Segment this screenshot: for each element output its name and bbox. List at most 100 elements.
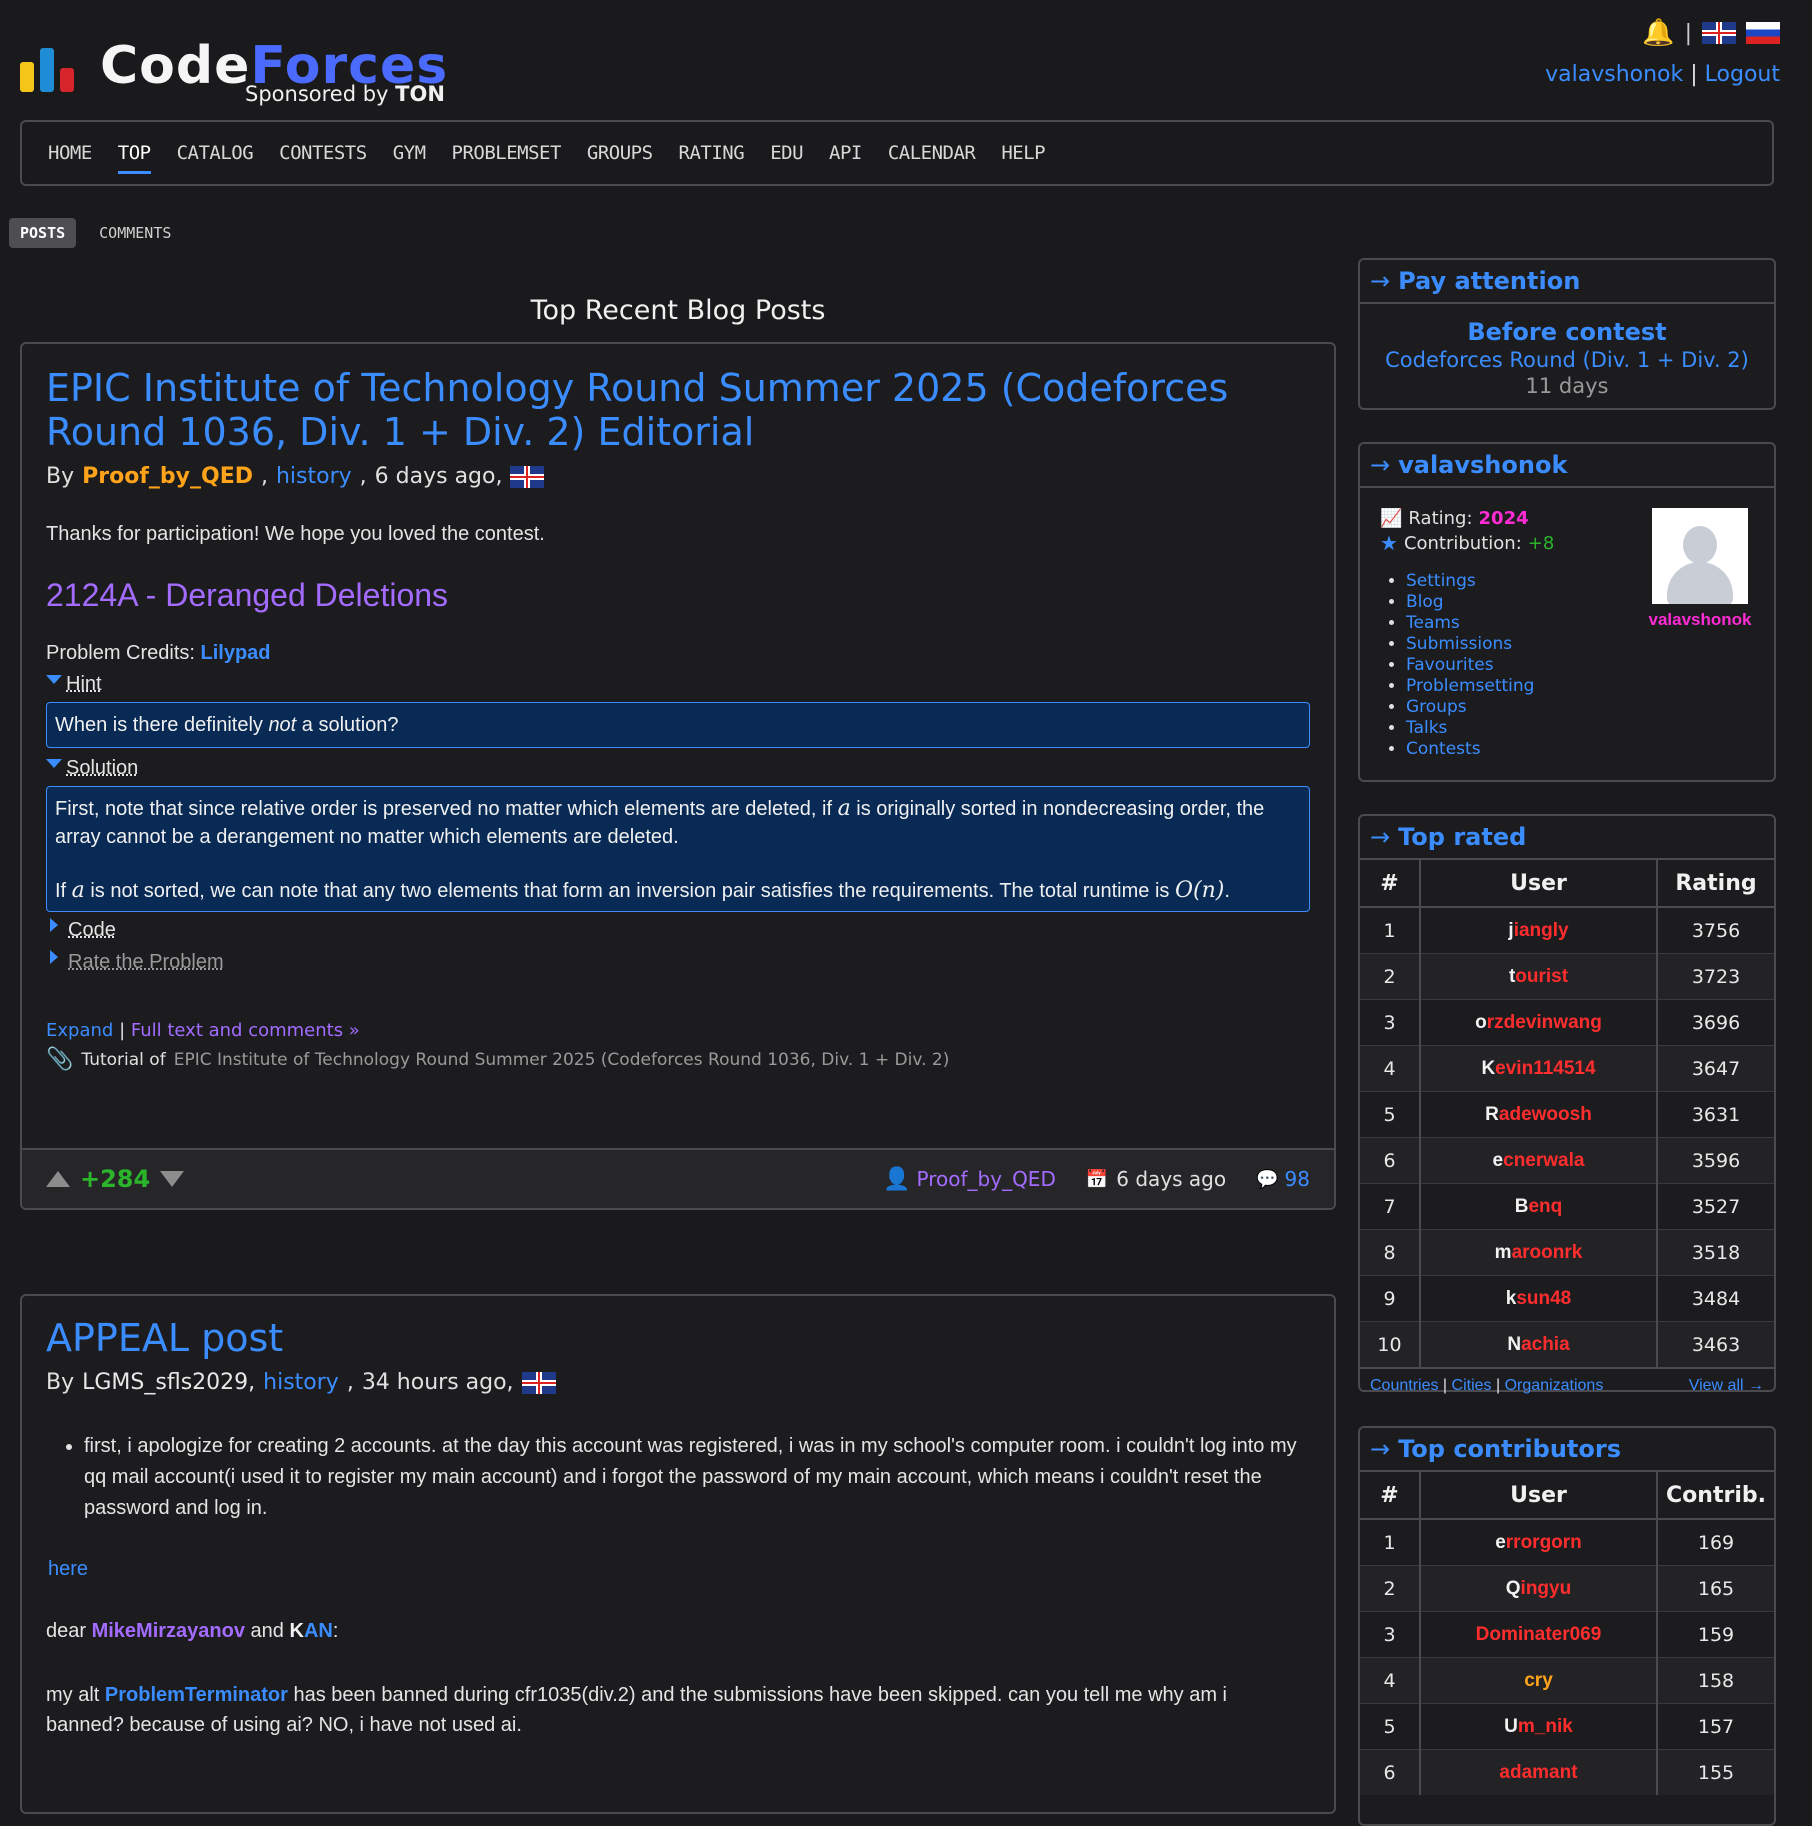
- menu-item-home[interactable]: HOME: [48, 142, 92, 164]
- rate-problem-toggle[interactable]: Rate the Problem: [46, 946, 1310, 978]
- user-box-title-link[interactable]: valavshonok: [1398, 451, 1567, 479]
- uk-flag-icon[interactable]: [1702, 22, 1736, 44]
- downvote-icon[interactable]: [160, 1171, 185, 1187]
- ru-flag-icon[interactable]: [1746, 22, 1780, 44]
- menu-item-contests[interactable]: CONTESTS: [279, 142, 367, 164]
- top-rated-box: → Top rated # User Rating 1 jiangly 3756 2 to…: [1358, 814, 1776, 1395]
- menu-item-problemset[interactable]: PROBLEMSET: [452, 142, 562, 164]
- user-cell[interactable]: Kevin114514: [1419, 1045, 1657, 1092]
- menu-item-calendar[interactable]: CALENDAR: [888, 142, 976, 164]
- subtabs: POSTS COMMENTS: [9, 218, 182, 248]
- post-title[interactable]: APPEAL post: [46, 1316, 1310, 1360]
- teams-link[interactable]: Teams: [1406, 613, 1460, 633]
- settings-link[interactable]: Settings: [1406, 571, 1476, 591]
- menu-item-gym[interactable]: GYM: [393, 142, 426, 164]
- history-link[interactable]: history: [276, 464, 352, 489]
- menu-item-top[interactable]: TOP: [117, 142, 151, 174]
- rank-cell: 9: [1360, 1275, 1420, 1322]
- logout-link[interactable]: Logout: [1705, 62, 1780, 87]
- table-row: 9 ksun48 3484: [1360, 1275, 1774, 1322]
- code-spoiler-toggle[interactable]: Code: [46, 914, 1310, 946]
- user-cell[interactable]: Dominater069: [1419, 1611, 1657, 1658]
- value-cell: 3484: [1656, 1275, 1774, 1322]
- submissions-link[interactable]: Submissions: [1406, 634, 1512, 654]
- table-row: 5 Radewoosh 3631: [1360, 1091, 1774, 1138]
- user-cell[interactable]: orzdevinwang: [1419, 999, 1657, 1046]
- countries-link[interactable]: Countries: [1370, 1377, 1438, 1395]
- user-cell[interactable]: Radewoosh: [1419, 1091, 1657, 1138]
- top-rated-table: # User Rating 1 jiangly 3756 2 tourist 3723 3 o…: [1360, 860, 1774, 1367]
- full-text-link[interactable]: Full text and comments »: [131, 1020, 360, 1041]
- user-cell[interactable]: jiangly: [1419, 906, 1657, 954]
- menu-item-rating[interactable]: RATING: [679, 142, 745, 164]
- user-cell[interactable]: Qingyu: [1419, 1565, 1657, 1612]
- user-cell[interactable]: cry: [1419, 1657, 1657, 1704]
- hint-spoiler-toggle[interactable]: Hint: [46, 668, 1310, 700]
- column-header: #: [1360, 1472, 1420, 1520]
- menu-item-edu[interactable]: EDU: [770, 142, 803, 164]
- post-title[interactable]: EPIC Institute of Technology Round Summe…: [46, 366, 1310, 454]
- credits-user-link[interactable]: Lilypad: [201, 642, 271, 664]
- view-all-link[interactable]: View all →: [1689, 1377, 1764, 1395]
- footer-author-link[interactable]: Proof_by_QED: [917, 1167, 1056, 1191]
- talks-link[interactable]: Talks: [1406, 718, 1447, 738]
- author-name[interactable]: LGMS_sfls2029,: [82, 1370, 255, 1395]
- value-cell: 158: [1656, 1657, 1774, 1704]
- menu-item-api[interactable]: API: [829, 142, 862, 164]
- rank-cell: 2: [1360, 953, 1420, 1000]
- user-cell[interactable]: tourist: [1419, 953, 1657, 1000]
- organizations-link[interactable]: Organizations: [1505, 1377, 1604, 1395]
- table-row: 4 Kevin114514 3647: [1360, 1045, 1774, 1092]
- expand-link[interactable]: Expand: [46, 1020, 113, 1041]
- solution-spoiler-toggle[interactable]: Solution: [46, 752, 1310, 784]
- favourites-link[interactable]: Favourites: [1406, 655, 1494, 675]
- problemsetting-link[interactable]: Problemsetting: [1406, 676, 1534, 696]
- mention-kan-link[interactable]: KAN: [289, 1620, 332, 1642]
- history-link[interactable]: history: [263, 1370, 339, 1395]
- comments-count-link[interactable]: 98: [1285, 1167, 1310, 1191]
- cities-link[interactable]: Cities: [1452, 1377, 1492, 1395]
- tab-comments[interactable]: COMMENTS: [88, 218, 182, 248]
- alt-user-link[interactable]: ProblemTerminator: [105, 1684, 288, 1706]
- contests-link[interactable]: Contests: [1406, 739, 1481, 759]
- value-cell: 3631: [1656, 1091, 1774, 1138]
- header-username-link[interactable]: valavshonok: [1545, 62, 1683, 87]
- rating-icon: 📈: [1380, 508, 1403, 529]
- user-cell[interactable]: adamant: [1419, 1749, 1657, 1795]
- user-cell[interactable]: Benq: [1419, 1183, 1657, 1230]
- avatar[interactable]: [1652, 508, 1748, 604]
- problem-heading[interactable]: 2124A - Deranged Deletions: [46, 577, 1310, 614]
- mention-mike-link[interactable]: MikeMirzayanov: [92, 1620, 245, 1642]
- bell-icon[interactable]: 🔔: [1642, 20, 1674, 46]
- user-cell[interactable]: errorgorn: [1419, 1518, 1657, 1566]
- user-cell[interactable]: maroonrk: [1419, 1229, 1657, 1276]
- groups-link[interactable]: Groups: [1406, 697, 1467, 717]
- user-cell[interactable]: Um_nik: [1419, 1703, 1657, 1750]
- author-link[interactable]: Proof_by_QED: [82, 464, 253, 489]
- value-cell: 155: [1656, 1749, 1774, 1795]
- avatar-username-link[interactable]: valavshonok: [1648, 610, 1752, 630]
- rank-cell: 2: [1360, 1565, 1420, 1612]
- table-row: 6 ecnerwala 3596: [1360, 1137, 1774, 1184]
- tutorial-contest-link[interactable]: EPIC Institute of Technology Round Summe…: [174, 1050, 950, 1070]
- menu-item-groups[interactable]: GROUPS: [587, 142, 653, 164]
- box-title: → valavshonok: [1360, 444, 1774, 488]
- sponsor-text: Sponsored by TON: [245, 82, 445, 106]
- post-time: 34 hours ago,: [361, 1370, 514, 1395]
- rank-cell: 7: [1360, 1183, 1420, 1230]
- codeforces-logo[interactable]: CodeForces Sponsored by TON: [20, 30, 460, 110]
- upcoming-contest-link[interactable]: Codeforces Round (Div. 1 + Div. 2): [1360, 348, 1774, 372]
- value-cell: 159: [1656, 1611, 1774, 1658]
- box-title: → Pay attention: [1360, 260, 1774, 304]
- blog-link[interactable]: Blog: [1406, 592, 1444, 612]
- here-link[interactable]: here: [48, 1558, 88, 1580]
- menu-item-help[interactable]: HELP: [1001, 142, 1045, 164]
- top-contributors-box: → Top contributors # User Contrib. 1 error…: [1358, 1426, 1776, 1826]
- upvote-icon[interactable]: [46, 1171, 70, 1187]
- tab-posts[interactable]: POSTS: [9, 218, 77, 248]
- user-cell[interactable]: Nachia: [1419, 1321, 1657, 1367]
- user-cell[interactable]: ecnerwala: [1419, 1137, 1657, 1184]
- menu-item-catalog[interactable]: CATALOG: [177, 142, 254, 164]
- tutorial-line: 📎 Tutorial of EPIC Institute of Technolo…: [46, 1047, 950, 1072]
- user-cell[interactable]: ksun48: [1419, 1275, 1657, 1322]
